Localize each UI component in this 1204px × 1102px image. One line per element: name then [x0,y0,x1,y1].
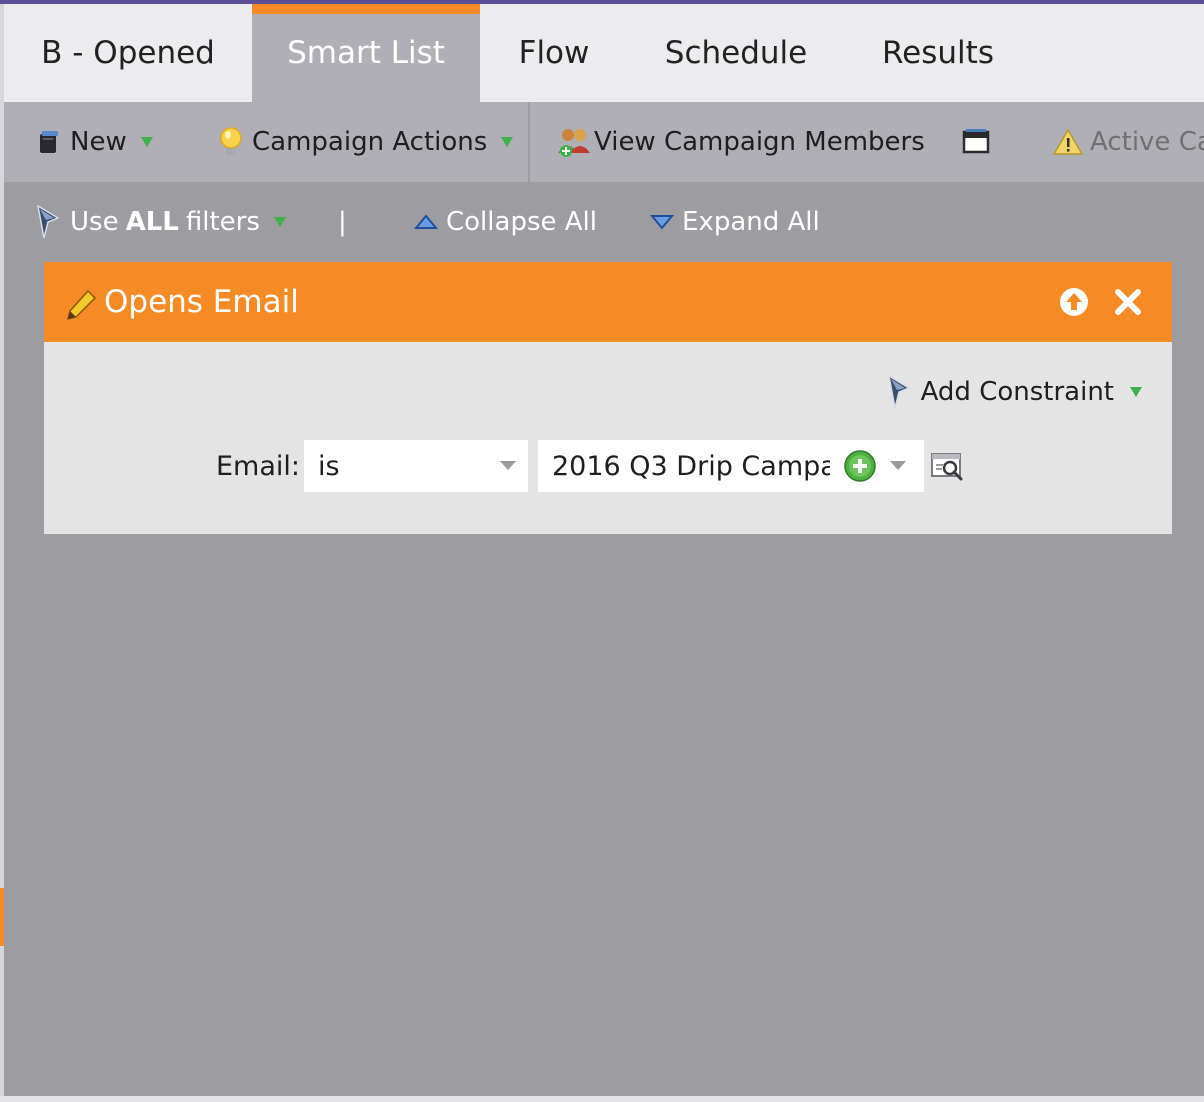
collapse-triangle-icon [414,214,438,230]
new-menu-button[interactable]: New [38,102,153,182]
dropdown-indicator-icon [501,137,514,147]
page: B - Opened Smart List Flow Schedule Resu… [0,0,1204,1102]
bottom-edge [0,1096,1204,1102]
campaign-actions-button[interactable]: Campaign Actions [218,102,514,182]
filter-funnel-icon [885,374,915,410]
filter-panel-body: Add Constraint Email: is 2016 Q3 Drip Ca… [44,342,1172,534]
filter-panel-opens-email: Opens Email Add Constraint Email: is 201… [44,262,1172,534]
close-icon[interactable] [1114,288,1142,316]
tab-smart-list[interactable]: Smart List [252,4,480,102]
tab-label: Schedule [664,35,808,71]
left-orange-marker [0,888,4,946]
tab-label: B - Opened [41,35,215,71]
expand-all-button[interactable]: Expand All [650,202,820,242]
email-select[interactable]: 2016 Q3 Drip Campai [538,440,924,492]
tab-bar: B - Opened Smart List Flow Schedule Resu… [4,4,1204,102]
filter-funnel-icon [34,204,64,240]
use-all-bold-label: ALL [125,207,179,237]
active-status-label: Active Ca [1090,127,1204,157]
email-preview-icon[interactable] [930,452,966,482]
filter-separator: | [338,207,347,237]
tab-b-opened[interactable]: B - Opened [4,4,252,102]
dropdown-indicator-icon [140,137,153,147]
tab-label: Flow [518,35,590,71]
tab-results[interactable]: Results [844,4,1032,102]
view-members-icon [556,125,592,159]
add-constraint-button[interactable]: Add Constraint [885,372,1142,412]
email-field-label: Email: [216,450,301,482]
tab-schedule[interactable]: Schedule [628,4,844,102]
operator-select[interactable]: is [304,440,528,492]
view-campaign-members-button[interactable]: View Campaign Members [556,102,925,182]
active-campaign-status[interactable]: Active Ca [1052,102,1204,182]
chevron-down-icon [890,461,906,470]
dropdown-indicator-icon [1130,387,1142,397]
email-value: 2016 Q3 Drip Campai [552,450,830,482]
warning-icon [1052,128,1084,156]
filter-bar: Use ALL filters | Collapse All Expand Al… [4,182,1204,262]
tab-label: Results [882,35,994,71]
move-up-icon[interactable] [1058,286,1090,318]
tab-flow[interactable]: Flow [480,4,628,102]
new-asset-icon [38,129,60,155]
tab-label: Smart List [287,35,445,71]
add-constraint-label: Add Constraint [920,377,1114,407]
use-prefix-label: Use [70,207,119,237]
filter-pencil-icon [64,288,98,322]
expand-all-label: Expand All [682,207,820,237]
dropdown-indicator-icon [273,217,286,227]
lightbulb-icon [218,126,244,158]
filter-panel-header: Opens Email [44,262,1172,342]
operator-value: is [318,450,340,482]
toolbar-divider [528,102,530,182]
use-all-filters-button[interactable]: Use ALL filters [34,202,286,242]
collapse-all-label: Collapse All [446,207,597,237]
view-members-label: View Campaign Members [594,127,925,157]
window-icon [962,129,990,155]
new-label: New [70,127,127,157]
add-green-icon[interactable] [844,450,876,482]
collapse-all-button[interactable]: Collapse All [414,202,597,242]
toolbar: New Campaign Actions View Campaign Membe… [4,102,1204,182]
window-toggle-button[interactable] [962,102,990,182]
filter-title: Opens Email [104,284,299,320]
campaign-actions-label: Campaign Actions [252,127,488,157]
chevron-down-icon [500,461,516,470]
expand-triangle-icon [650,214,674,230]
use-suffix-label: filters [185,207,260,237]
